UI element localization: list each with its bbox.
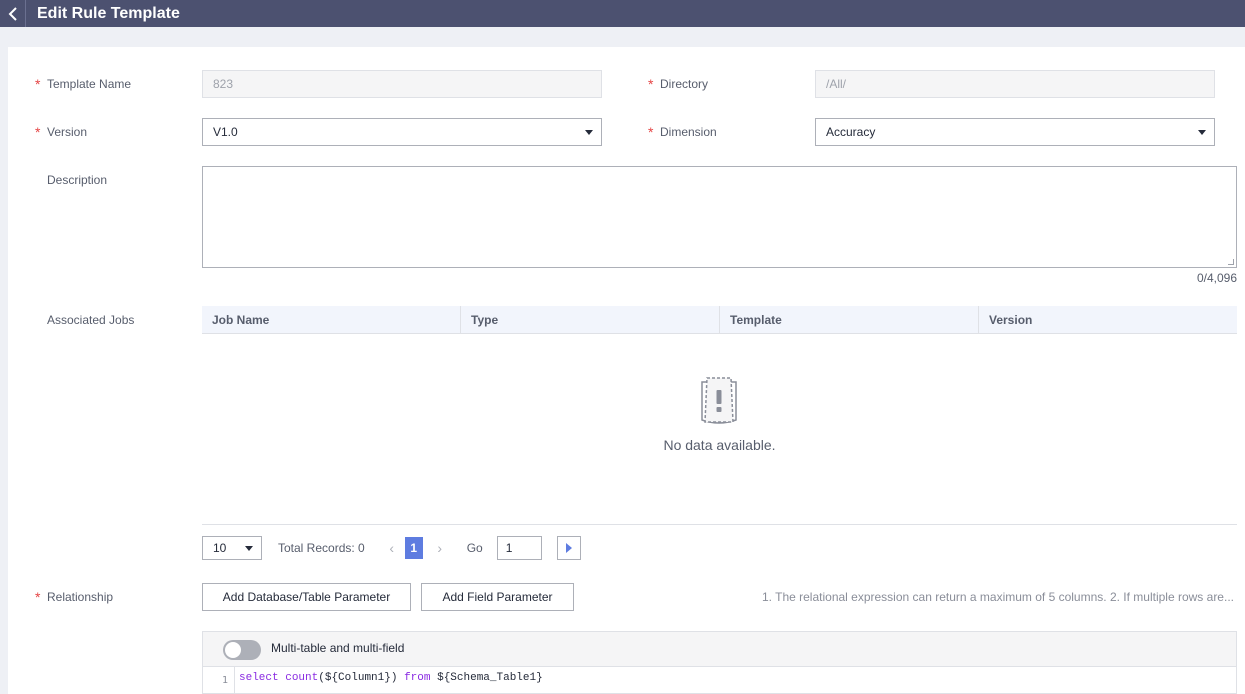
add-db-table-parameter-button[interactable]: Add Database/Table Parameter [202,583,411,611]
description-label: Description [47,173,108,187]
play-icon [565,543,572,553]
prev-page-icon[interactable]: ‹ [385,540,399,556]
directory-label: * Directory [648,76,709,92]
page-number-current[interactable]: 1 [404,537,423,559]
code-keyword-count: count [285,672,319,684]
code-keyword-from: from [404,672,431,684]
caret-down-icon [1198,130,1206,135]
required-mark: * [35,589,41,605]
caret-down-icon [585,130,593,135]
page-size-select[interactable]: 10 [202,536,262,560]
template-name-input[interactable]: 823 [202,70,602,98]
associated-jobs-label: Associated Jobs [47,313,135,327]
directory-input[interactable]: /All/ [815,70,1215,98]
dimension-select[interactable]: Accuracy [815,118,1215,146]
jobs-table-header: Job Name Type Template Version [202,306,1237,334]
required-mark: * [648,124,654,140]
next-page-icon[interactable]: › [433,540,447,556]
go-button[interactable] [556,536,581,560]
jobs-table-empty: No data available. [202,334,1237,525]
column-header-job-name: Job Name [202,306,461,333]
column-header-type: Type [461,306,720,333]
code-line[interactable]: 1 select count(${Column1}) from ${Schema… [203,667,1236,693]
description-textarea[interactable] [202,166,1237,268]
resize-handle-icon[interactable] [1228,259,1234,265]
multi-table-toggle[interactable] [223,640,261,660]
pagination: 10 Total Records: 0 ‹ 1 › Go 1 [202,536,581,560]
form-card: * Template Name 823 * Directory /All/ * … [8,47,1245,694]
relationship-label: * Relationship [35,589,114,605]
page-size-value: 10 [213,541,227,555]
code-param-column: ${Column1}) [324,672,398,684]
dimension-value: Accuracy [826,125,876,139]
page-title: Edit Rule Template [37,4,180,22]
code-keyword-select: select [239,672,279,684]
required-mark: * [648,76,654,92]
header-bar: Edit Rule Template [0,0,1245,27]
caret-down-icon [245,546,253,551]
add-field-parameter-button[interactable]: Add Field Parameter [421,583,574,611]
version-value: V1.0 [213,125,238,139]
column-header-version: Version [989,312,1033,327]
go-label: Go [466,541,483,555]
empty-text: No data available. [663,437,776,453]
chevron-left-icon [8,6,17,21]
column-header-template: Template [720,306,979,333]
toggle-knob [225,642,241,658]
go-page-input[interactable]: 1 [496,536,542,560]
description-counter: 0/4,096 [1196,271,1237,285]
sql-editor[interactable]: Multi-table and multi-field 1 select cou… [202,631,1237,694]
version-select[interactable]: V1.0 [202,118,602,146]
code-param-table: ${Schema_Table1} [437,672,543,684]
line-number: 1 [203,667,235,693]
relationship-hint: 1. The relational expression can return … [762,590,1234,604]
code-text[interactable]: select count(${Column1}) from ${Schema_T… [239,672,543,684]
version-label: * Version [35,124,88,140]
editor-toolbar: Multi-table and multi-field [203,632,1236,667]
required-mark: * [35,76,41,92]
dimension-label: * Dimension [648,124,717,140]
template-name-label: * Template Name [35,76,132,92]
back-button[interactable] [0,0,26,27]
empty-data-icon [701,377,737,424]
total-records: Total Records: 0 [278,541,365,555]
required-mark: * [35,124,41,140]
multi-table-toggle-label: Multi-table and multi-field [271,641,405,655]
